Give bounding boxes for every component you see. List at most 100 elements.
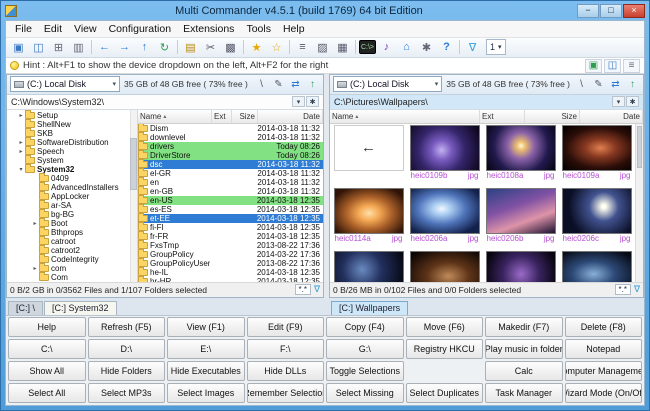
file-row[interactable]: Dism2014-03-18 11:32 (138, 124, 323, 133)
menu-configuration[interactable]: Configuration (103, 22, 177, 36)
path-star-icon[interactable]: ✱ (626, 96, 639, 107)
image-thumbnail[interactable]: heic0114ajpg (331, 188, 406, 250)
expander-icon[interactable]: ▸ (31, 265, 39, 272)
registry-hkcu-button[interactable]: Registry HKCU (406, 339, 484, 359)
thumbnail-image[interactable] (562, 125, 632, 171)
thumbnail-view-icon[interactable]: ▦ (333, 38, 352, 56)
tree-item[interactable]: ▸com (7, 264, 137, 273)
thumbnail-image[interactable] (486, 125, 556, 171)
explorer-panel-icon[interactable]: ▣ (585, 59, 602, 73)
tree-item[interactable]: catroot (7, 237, 137, 246)
cut-icon[interactable]: ✂ (201, 38, 220, 56)
menu-tools[interactable]: Tools (240, 22, 277, 36)
column-header-name[interactable]: Name (330, 110, 480, 123)
file-row[interactable]: he-IL2014-03-18 12:35 (138, 268, 323, 277)
menu-extensions[interactable]: Extensions (177, 22, 240, 36)
select-duplicates-button[interactable]: Select Duplicates (406, 383, 484, 403)
tree-item[interactable]: Bthprops (7, 228, 137, 237)
wizard-mode-button[interactable]: Wizard Mode (On/Off) (565, 383, 643, 403)
paste-icon[interactable]: ▩ (221, 38, 240, 56)
notepad-button[interactable]: Notepad (565, 339, 643, 359)
file-row[interactable]: fi-FI2014-03-18 12:35 (138, 223, 323, 232)
edit-path-icon[interactable]: ✎ (591, 77, 606, 92)
play-music-button[interactable]: Play music in folder (485, 339, 563, 359)
filter-funnel-icon[interactable]: ∇ (314, 284, 320, 295)
makedir-button[interactable]: Makedir (F7) (485, 317, 563, 337)
image-thumbnail[interactable]: heic0109ajpg (559, 125, 634, 187)
expander-icon[interactable]: ▸ (17, 148, 25, 155)
new-window-icon[interactable]: ▣ (9, 38, 28, 56)
expander-icon[interactable]: ▸ (17, 139, 25, 146)
column-header-size[interactable]: Size (525, 110, 580, 123)
tree-item[interactable]: CodeIntegrity (7, 255, 137, 264)
drive-c-button[interactable]: C:\ (8, 339, 86, 359)
up-icon[interactable]: ↑ (135, 38, 154, 56)
filter-funnel-icon[interactable]: ∇ (634, 284, 640, 295)
move-button[interactable]: Move (F6) (406, 317, 484, 337)
column-header-ext[interactable]: Ext (212, 110, 232, 123)
file-row[interactable]: en2014-03-18 11:32 (138, 178, 323, 187)
toggle-selections-button[interactable]: Toggle Selections (326, 361, 404, 381)
image-thumbnail[interactable] (559, 251, 634, 282)
file-row[interactable]: es-ES2014-03-18 12:35 (138, 205, 323, 214)
parent-folder-thumbnail[interactable]: ← (331, 125, 406, 187)
tree-item[interactable]: catroot2 (7, 246, 137, 255)
computer-management-button[interactable]: Computer Management (565, 361, 643, 381)
column-header-size[interactable]: Size (232, 110, 258, 123)
settings-icon[interactable]: ✱ (417, 38, 436, 56)
tree-scrollbar[interactable] (130, 110, 137, 282)
details-view-icon[interactable]: ▨ (313, 38, 332, 56)
tab-wallpapers[interactable]: [C:] Wallpapers (331, 301, 408, 315)
menu-list-icon[interactable]: ≡ (623, 59, 640, 73)
minimize-button[interactable]: − (577, 4, 599, 18)
close-button[interactable]: × (623, 4, 645, 18)
drive-d-button[interactable]: D:\ (88, 339, 166, 359)
image-thumbnail[interactable] (483, 251, 558, 282)
drive-f-button[interactable]: F:\ (247, 339, 325, 359)
thumbnail-image[interactable] (562, 188, 632, 234)
file-row-selected[interactable]: driversToday 08:26 (138, 142, 323, 151)
select-mp3s-button[interactable]: Select MP3s (88, 383, 166, 403)
tree-item[interactable]: AppLocker (7, 192, 137, 201)
forward-icon[interactable]: → (115, 38, 134, 56)
image-thumbnail[interactable]: heic0109bjpg (407, 125, 482, 187)
tree-toggle-icon[interactable]: ⊞ (49, 38, 68, 56)
hide-folders-button[interactable]: Hide Folders (88, 361, 166, 381)
refresh-icon[interactable]: ↻ (155, 38, 174, 56)
layout-selector[interactable]: 1 ▾ (486, 39, 506, 55)
menu-file[interactable]: File (9, 22, 38, 36)
back-icon[interactable]: ← (95, 38, 114, 56)
tab-c-root[interactable]: [C:] \ (8, 301, 43, 315)
file-row[interactable]: GroupPolicy2014-03-22 17:36 (138, 250, 323, 259)
help-button[interactable]: Help (8, 317, 86, 337)
right-filter-input[interactable]: *.* (615, 284, 631, 295)
music-icon[interactable]: ♪ (377, 38, 396, 56)
tree-item-selected[interactable]: ▾System32 (7, 165, 137, 174)
image-thumbnail[interactable]: heic0206bjpg (483, 188, 558, 250)
right-drive-selector[interactable]: (C:) Local Disk ▾ (333, 76, 442, 92)
image-thumbnail[interactable] (407, 251, 482, 282)
file-row[interactable]: FxsTmp2013-08-22 17:36 (138, 241, 323, 250)
path-history-icon[interactable]: ▾ (612, 96, 625, 107)
column-header-name[interactable]: Name (138, 110, 212, 123)
file-row[interactable]: el-GR2014-03-18 11:32 (138, 169, 323, 178)
menu-edit[interactable]: Edit (38, 22, 68, 36)
path-history-icon[interactable]: ▾ (292, 96, 305, 107)
right-scrollbar-thumb[interactable] (637, 126, 642, 168)
file-row-selected[interactable]: en-US2014-03-18 12:35 (138, 196, 323, 205)
file-row[interactable]: GroupPolicyUsers2013-08-22 17:36 (138, 259, 323, 268)
favorites-icon[interactable]: ★ (247, 38, 266, 56)
image-thumbnail[interactable]: heic0206ajpg (407, 188, 482, 250)
file-row[interactable]: downlevel2014-03-18 11:32 (138, 133, 323, 142)
calc-button[interactable]: Calc (485, 361, 563, 381)
hide-dlls-button[interactable]: Hide DLLs (247, 361, 325, 381)
image-thumbnail[interactable] (331, 251, 406, 282)
panel-layout-icon[interactable]: ◫ (604, 59, 621, 73)
right-scrollbar[interactable] (635, 124, 643, 282)
command-prompt-icon[interactable]: C:\> (359, 40, 376, 54)
drive-g-button[interactable]: G:\ (326, 339, 404, 359)
swap-panels-icon[interactable]: ⇄ (288, 77, 303, 92)
expander-icon[interactable]: ▸ (17, 112, 25, 119)
home-icon[interactable]: ⌂ (397, 38, 416, 56)
select-images-button[interactable]: Select Images (167, 383, 245, 403)
